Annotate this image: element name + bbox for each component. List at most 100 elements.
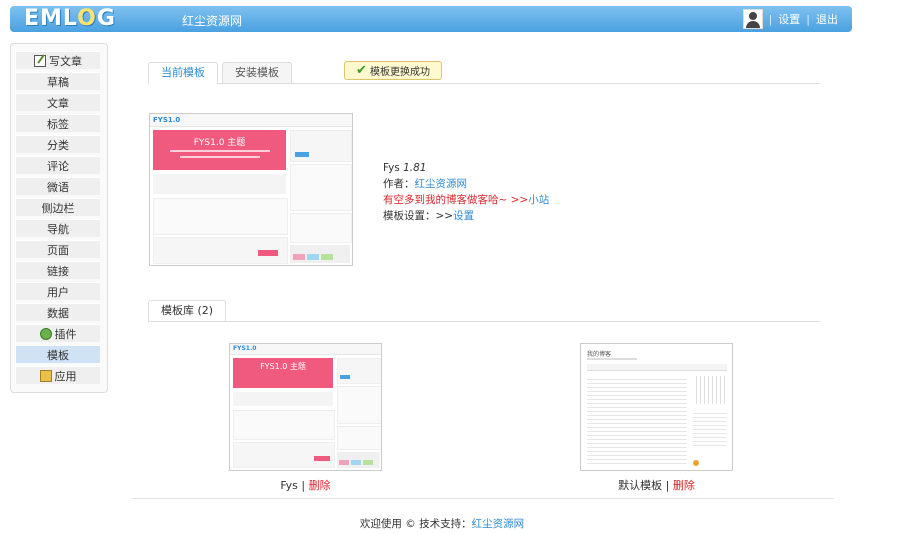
- template-name[interactable]: 默认模板: [618, 479, 662, 492]
- footer: 欢迎使用 © 技术支持：红尘资源网: [0, 516, 884, 531]
- sidebar-item-users[interactable]: 用户: [16, 282, 100, 300]
- thumb-default-title: 我的博客: [587, 351, 612, 358]
- tab-current-template[interactable]: 当前模板: [148, 62, 218, 84]
- preview-nav: [150, 114, 352, 127]
- sidebar-item-drafts[interactable]: 草稿: [16, 72, 100, 90]
- thumb-button: [314, 456, 330, 461]
- thumb-comments: [337, 426, 381, 450]
- template-thumbnail-fys[interactable]: FYS1.0 FYS1.0 主题: [229, 343, 382, 471]
- sidebar-item-label: 草稿: [47, 75, 69, 89]
- success-toast: ✔ 模板更换成功: [344, 61, 442, 80]
- sidebar-item-posts[interactable]: 文章: [16, 93, 100, 111]
- preview-banner-line: [170, 150, 270, 152]
- thumb-notice: [233, 392, 333, 406]
- sidebar-item-pages[interactable]: 页面: [16, 240, 100, 258]
- template-version: 1.81: [403, 162, 427, 174]
- sidebar-item-label: 页面: [47, 243, 69, 257]
- sidebar-item-label: 文章: [47, 96, 69, 110]
- sidebar-item-links[interactable]: 链接: [16, 261, 100, 279]
- header-actions: | 设置 | 退出: [742, 9, 838, 29]
- template-name: Fys: [383, 162, 400, 174]
- sidebar-item-categories[interactable]: 分类: [16, 135, 100, 153]
- separator: |: [806, 12, 810, 26]
- sidebar-item-apps[interactable]: 应用: [16, 366, 100, 384]
- sidebar-item-label: 分类: [47, 138, 69, 152]
- rss-icon: [693, 460, 699, 466]
- separator: |: [768, 12, 773, 26]
- avatar-icon[interactable]: [742, 9, 763, 29]
- sidebar-item-comments[interactable]: 评论: [16, 156, 100, 174]
- tab-template-library[interactable]: 模板库 (2): [148, 300, 227, 321]
- preview-banner-line: [180, 156, 260, 158]
- template-thumbnail-default[interactable]: 我的博客: [580, 343, 733, 471]
- sidebar-item-label: 导航: [47, 222, 69, 236]
- preview-logo: FYS1.0: [153, 116, 181, 124]
- app-icon: [39, 369, 52, 382]
- preview-button: [258, 250, 278, 256]
- template-label-fys: Fys | 删除: [229, 477, 382, 493]
- sidebar-item-label: 链接: [47, 264, 69, 278]
- template-label-default: 默认模板 | 删除: [580, 477, 733, 493]
- sidebar-item-templates[interactable]: 模板: [16, 345, 100, 363]
- thumb-tag: [363, 460, 373, 465]
- sidebar: 写文章 草稿 文章 标签 分类 评论 微语 侧边栏 导航 页面 链接 用户 数据…: [10, 43, 108, 393]
- footer-divider: [132, 498, 834, 499]
- sidebar-item-plugins[interactable]: 插件: [16, 324, 100, 342]
- thumb-calendar: [337, 386, 381, 424]
- thumb-stats: [233, 442, 335, 468]
- sidebar-item-data[interactable]: 数据: [16, 303, 100, 321]
- template-name[interactable]: Fys: [280, 479, 298, 492]
- preview-banner-title: FYS1.0 主题: [193, 138, 246, 148]
- thumb-tag: [351, 460, 361, 465]
- sidebar-item-label: 应用: [54, 369, 77, 383]
- sidebar-item-twitter[interactable]: 微语: [16, 177, 100, 195]
- sidebar-item-navigation[interactable]: 导航: [16, 219, 100, 237]
- sidebar-item-write[interactable]: 写文章: [16, 51, 100, 69]
- author-link[interactable]: 红尘资源网: [415, 178, 468, 190]
- template-description-line: 有空多到我的博客做客哈~ >>小站: [383, 192, 549, 208]
- settings-link[interactable]: 设置: [778, 11, 800, 27]
- thumb-default-sidebar: [693, 410, 727, 446]
- sidebar-item-widgets[interactable]: 侧边栏: [16, 198, 100, 216]
- delete-template-link[interactable]: 删除: [309, 479, 331, 492]
- template-library-tabs: 模板库 (2): [148, 300, 820, 322]
- template-settings-line: 模板设置：>>设置: [383, 208, 549, 224]
- sidebar-item-tags[interactable]: 标签: [16, 114, 100, 132]
- current-template-info: Fys 1.81 作者：红尘资源网 有空多到我的博客做客哈~ >>小站 模板设置…: [383, 160, 549, 224]
- toast-message: 模板更换成功: [369, 67, 430, 78]
- tab-install-template[interactable]: 安装模板: [222, 62, 292, 83]
- preview-notice: [153, 174, 286, 194]
- preview-tag: [293, 254, 305, 260]
- template-author-line: 作者：红尘资源网: [383, 176, 549, 192]
- thumb-list: [233, 410, 335, 440]
- thumb-sidebar-box: [337, 358, 381, 384]
- logout-link[interactable]: 退出: [816, 11, 838, 27]
- thumb-logo: FYS1.0: [233, 345, 257, 352]
- sidebar-item-label: 标签: [47, 117, 69, 131]
- emlog-logo[interactable]: EMLOG: [24, 8, 116, 30]
- sidebar-item-label: 数据: [47, 306, 69, 320]
- template-description: 有空多到我的博客做客哈~ >>: [383, 194, 529, 206]
- sidebar-item-label: 侧边栏: [41, 201, 75, 215]
- template-name-line: Fys 1.81: [383, 160, 549, 176]
- preview-comments: [290, 213, 352, 243]
- blog-link[interactable]: 小站: [528, 194, 549, 206]
- separator: |: [665, 479, 670, 492]
- preview-list: [153, 198, 288, 235]
- template-settings-link[interactable]: 设置: [453, 210, 474, 222]
- thumb-banner-title: FYS1.0 主题: [260, 362, 306, 371]
- preview-tag: [307, 254, 319, 260]
- preview-calendar: [290, 164, 352, 211]
- footer-link[interactable]: 红尘资源网: [472, 518, 525, 530]
- template-tabs: 当前模板 安装模板: [148, 62, 820, 84]
- thumb-default-content: [587, 376, 687, 464]
- delete-template-link[interactable]: 删除: [673, 479, 695, 492]
- plugin-icon: [39, 327, 52, 340]
- thumb-subtitle: [587, 358, 637, 360]
- sidebar-item-label: 插件: [54, 327, 77, 341]
- thumb-sidebar-btn: [340, 375, 350, 379]
- sidebar-item-label: 评论: [47, 159, 69, 173]
- site-title[interactable]: 红尘资源网: [182, 12, 242, 29]
- top-header: EMLOG 红尘资源网 | 设置 | 退出: [10, 6, 852, 32]
- current-template-preview: FYS1.0 FYS1.0 主题: [149, 113, 353, 266]
